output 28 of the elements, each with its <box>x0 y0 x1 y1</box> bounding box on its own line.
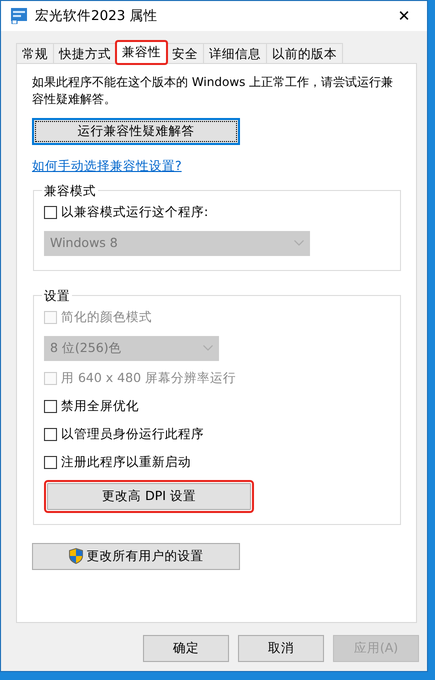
dialog-button[interactable]: 取消 <box>238 635 324 662</box>
tab[interactable]: 兼容性 <box>116 41 167 64</box>
tab[interactable]: 常规 <box>16 43 54 64</box>
dropdown-value: Windows 8 <box>50 234 118 252</box>
checkbox-label: 以兼容模式运行这个程序: <box>61 203 208 222</box>
app-icon <box>11 8 27 24</box>
intro-text: 如果此程序不能在这个版本的 Windows 上正常工作，请尝试运行兼容性疑难解答。 <box>32 74 394 108</box>
window-title: 宏光软件2023 属性 <box>35 6 158 26</box>
chevron-down-icon <box>294 240 304 246</box>
checkbox[interactable] <box>44 428 57 442</box>
chevron-down-icon <box>203 345 213 352</box>
tab[interactable]: 以前的版本 <box>266 43 343 64</box>
shield-icon <box>68 548 82 564</box>
help-link[interactable]: 如何手动选择兼容性设置? <box>32 157 182 176</box>
checkbox-label: 禁用全屏优化 <box>61 397 139 416</box>
checkbox[interactable] <box>44 400 57 414</box>
checkbox-label: 以管理员身份运行此程序 <box>61 425 204 444</box>
all-users-button[interactable]: 更改所有用户的设置 <box>32 542 240 570</box>
checkbox-label: 注册此程序以重新启动 <box>61 453 191 472</box>
dpi-settings-button[interactable]: 更改高 DPI 设置 <box>47 482 251 510</box>
close-button[interactable]: ✕ <box>381 1 427 31</box>
dialog-button[interactable]: 确定 <box>143 635 229 662</box>
checkbox[interactable] <box>44 206 57 220</box>
troubleshoot-button[interactable]: 运行兼容性疑难解答 <box>32 118 240 145</box>
dropdown-value: 8 位(256)色 <box>50 338 122 357</box>
checkbox-label: 用 640 x 480 屏幕分辨率运行 <box>61 369 236 388</box>
checkbox-label: 简化的颜色模式 <box>61 308 152 326</box>
checkbox[interactable] <box>44 456 57 470</box>
